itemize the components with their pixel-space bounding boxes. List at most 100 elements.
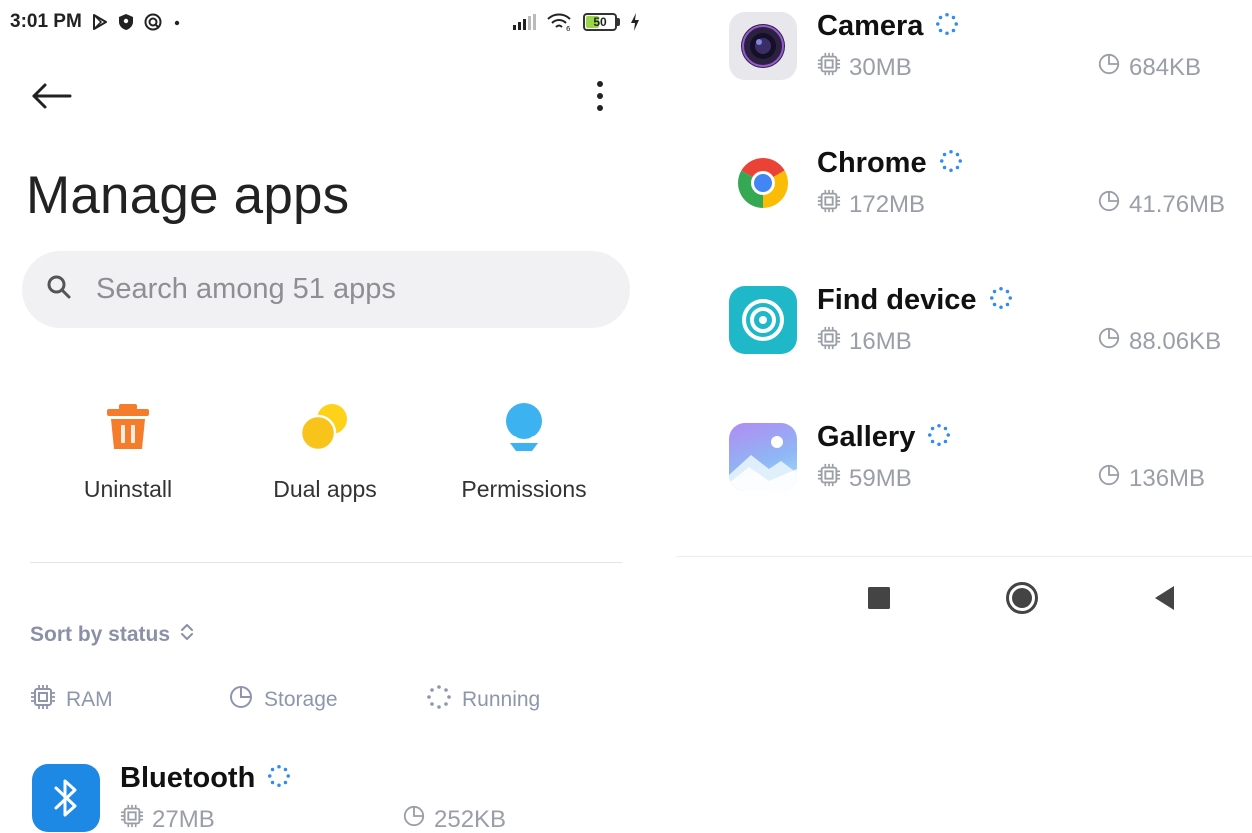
app-name-line: Camera: [817, 10, 959, 43]
running-icon: [267, 764, 291, 793]
shield-icon: [118, 13, 134, 31]
app-ram-value: 27MB: [152, 805, 215, 833]
running-icon: [935, 12, 959, 41]
search-icon: [46, 274, 72, 305]
app-ram: 27MB: [120, 804, 215, 833]
camera-icon: [729, 12, 797, 80]
status-left: 3:01 PM: [10, 11, 182, 33]
running-icon: [426, 684, 452, 716]
running-icon: [939, 149, 963, 178]
search-bar[interactable]: [22, 251, 630, 328]
app-storage: 88.06KB: [1097, 326, 1221, 357]
recents-button[interactable]: [851, 572, 907, 628]
dual-apps-icon: [299, 400, 351, 454]
dual-apps-button[interactable]: Dual apps: [235, 400, 415, 510]
app-name: Camera: [817, 10, 924, 42]
battery-level: 50: [593, 15, 607, 29]
svg-text:6: 6: [566, 25, 571, 31]
app-storage-value: 88.06KB: [1129, 327, 1222, 355]
status-time: 3:01 PM: [10, 11, 82, 32]
app-row-gallery[interactable]: Gallery 59MB 136MB: [729, 421, 1249, 503]
section-divider: [30, 562, 622, 563]
app-row-chrome[interactable]: Chrome 172MB 41.76MB: [729, 147, 1249, 229]
permissions-label: Permissions: [461, 476, 587, 502]
pie-icon: [402, 804, 426, 833]
chip-icon: [817, 326, 841, 357]
chip-icon: [817, 189, 841, 220]
legend-running-label: Running: [462, 688, 541, 711]
app-ram: 30MB: [817, 52, 912, 83]
chip-icon: [30, 684, 56, 716]
legend-storage: Storage: [228, 684, 338, 716]
quick-actions: Uninstall Dual apps Permissions: [0, 400, 650, 510]
battery-tip: [617, 18, 620, 26]
running-icon: [927, 423, 951, 452]
app-name-line: Chrome: [817, 147, 963, 180]
app-name-line: Bluetooth: [120, 762, 291, 795]
pie-icon: [228, 684, 254, 716]
battery-indicator: 50: [583, 13, 620, 31]
wifi-icon: 6: [547, 13, 573, 31]
app-storage-value: 252KB: [434, 805, 507, 833]
more-vertical-icon: [595, 80, 605, 117]
app-storage: 252KB: [402, 804, 506, 833]
more-options-button[interactable]: [585, 78, 615, 118]
stat-legend: RAM Storage Running: [30, 684, 590, 714]
back-button[interactable]: [30, 78, 76, 118]
trash-icon: [105, 400, 151, 454]
app-row-camera[interactable]: Camera 30MB 684KB: [729, 10, 1249, 92]
chip-icon: [120, 804, 144, 833]
left-screen: 3:01 PM 6 50 Manage apps Search among 51…: [0, 0, 650, 833]
app-ram: 59MB: [817, 463, 912, 494]
app-name: Bluetooth: [120, 762, 256, 794]
running-icon: [989, 286, 1013, 315]
search-input[interactable]: [96, 273, 576, 306]
navigation-bar: [676, 572, 1252, 628]
uninstall-label: Uninstall: [83, 476, 173, 502]
home-button[interactable]: [994, 572, 1050, 628]
chip-icon: [817, 52, 841, 83]
legend-running: Running: [426, 684, 540, 716]
app-storage-value: 136MB: [1129, 464, 1206, 492]
app-row-bluetooth[interactable]: Bluetooth 27MB 252KB: [32, 762, 592, 833]
dot-icon: [172, 17, 182, 27]
app-ram-value: 172MB: [849, 190, 926, 218]
app-storage: 41.76MB: [1097, 189, 1225, 220]
app-name-line: Find device: [817, 284, 1013, 317]
page-title: Manage apps: [26, 166, 350, 225]
legend-storage-label: Storage: [264, 688, 338, 711]
chip-icon: [817, 463, 841, 494]
app-name: Gallery: [817, 421, 916, 453]
app-ram-value: 59MB: [849, 464, 912, 492]
app-storage-value: 684KB: [1129, 53, 1202, 81]
charging-icon: [630, 13, 640, 31]
app-row-find-device[interactable]: Find device 16MB 88.06KB: [729, 284, 1249, 366]
arrow-left-icon: [30, 82, 72, 115]
dual-apps-label: Dual apps: [273, 476, 377, 502]
legend-ram-label: RAM: [66, 688, 113, 711]
app-name: Find device: [817, 284, 977, 316]
battery-body: 50: [583, 13, 617, 31]
vpn-icon: [144, 13, 162, 31]
app-storage-value: 41.76MB: [1129, 190, 1226, 218]
permissions-icon: [502, 400, 546, 454]
sort-label: Sort by status: [30, 623, 171, 646]
permissions-button[interactable]: Permissions: [434, 400, 614, 510]
right-screen: Camera 30MB 684KB Chrome 172MB 41.76MB F…: [676, 0, 1252, 833]
sort-by-status-button[interactable]: Sort by status: [30, 622, 194, 648]
pie-icon: [1097, 463, 1121, 494]
home-icon: [1005, 581, 1039, 620]
gallery-icon: [729, 423, 797, 491]
uninstall-button[interactable]: Uninstall: [38, 400, 218, 510]
bluetooth-icon: [32, 764, 100, 832]
status-right: 6 50: [513, 13, 640, 31]
recents-icon: [868, 586, 890, 614]
back-nav-button[interactable]: [1137, 572, 1193, 628]
pie-icon: [1097, 52, 1121, 83]
app-name: Chrome: [817, 147, 927, 179]
find-device-icon: [729, 286, 797, 354]
pie-icon: [1097, 326, 1121, 357]
sort-updown-icon: [180, 622, 194, 648]
nav-divider: [676, 556, 1252, 557]
back-triangle-icon: [1154, 585, 1176, 615]
